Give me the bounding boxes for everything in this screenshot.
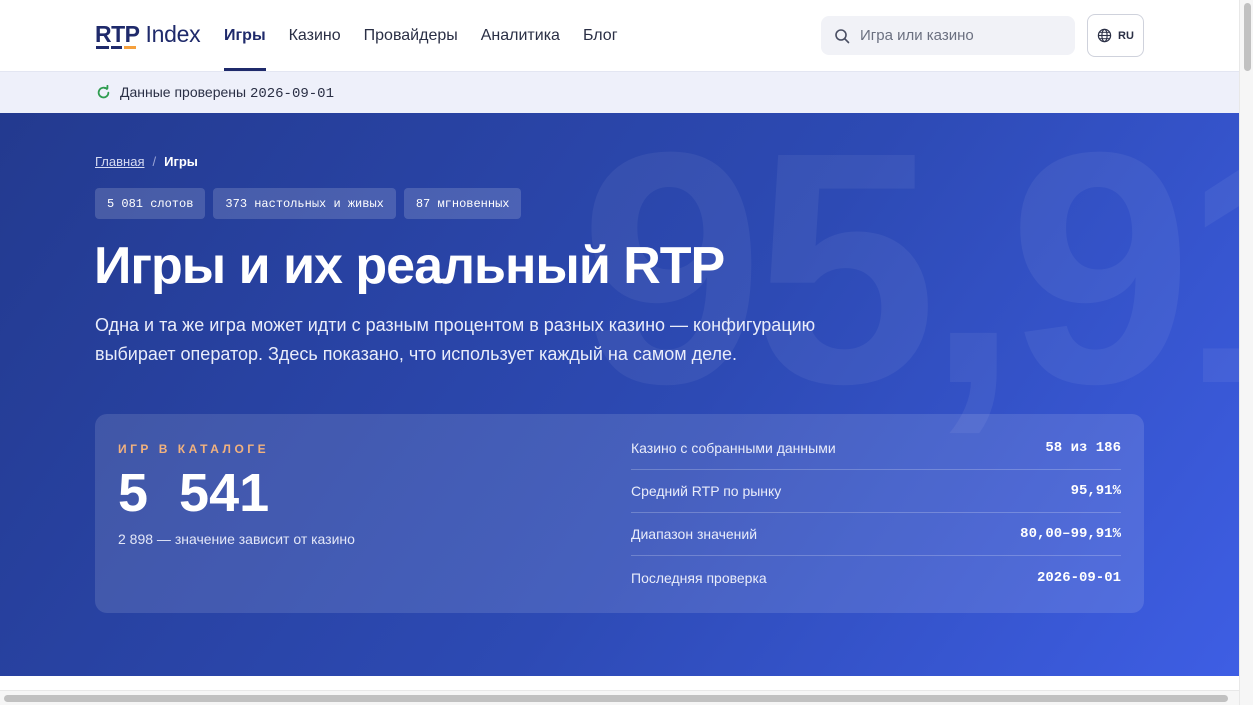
nav-item-casino[interactable]: Казино [289, 0, 341, 71]
page-description: Одна и та же игра может идти с разным пр… [95, 315, 816, 364]
verified-date: 2026-09-01 [249, 85, 334, 102]
search-box[interactable] [821, 16, 1075, 55]
breadcrumb-separator: / [152, 154, 157, 169]
stats-subtext: 2 898 — значение зависит от казино [118, 531, 355, 547]
nav-item-analytics[interactable]: Аналитика [481, 0, 560, 71]
horizontal-scrollbar[interactable] [0, 690, 1239, 705]
stats-row-label: Средний RTP по рынку [631, 483, 782, 499]
site-header: RTP Index Игры Казино Провайдеры Аналити… [0, 0, 1239, 71]
refresh-check-icon [97, 85, 110, 99]
nav-item-blog[interactable]: Блог [583, 0, 618, 71]
stats-row: Казино с собранными данными 58 из 186 [631, 427, 1121, 470]
category-chips: 5 081 слотов 373 настольных и живых 87 м… [95, 188, 529, 219]
stats-row-value: 80,00–99,91% [1020, 526, 1121, 542]
page-content-below [0, 676, 1239, 690]
nav-item-providers[interactable]: Провайдеры [364, 0, 458, 71]
stats-row: Диапазон значений 80,00–99,91% [631, 513, 1121, 556]
stats-rows: Казино с собранными данными 58 из 186 Ср… [631, 427, 1121, 599]
breadcrumb-home[interactable]: Главная [95, 154, 144, 169]
globe-icon [1097, 28, 1112, 43]
stats-row: Средний RTP по рынку 95,91% [631, 470, 1121, 513]
stats-count: 5 541 [118, 463, 270, 523]
search-input[interactable] [860, 27, 1060, 44]
stats-row-value: 2026-09-01 [1036, 569, 1121, 586]
verified-text: Данные проверены 2026-09-01 [120, 84, 334, 102]
breadcrumb: Главная / Игры [95, 154, 198, 169]
search-icon [835, 28, 850, 43]
chip-instant[interactable]: 87 мгновенных [403, 188, 522, 219]
breadcrumb-current: Игры [164, 154, 198, 169]
main-nav: Игры Казино Провайдеры Аналитика Блог [224, 0, 641, 71]
logo-rtp: RTP [95, 20, 140, 49]
language-switcher[interactable]: RU [1087, 14, 1144, 57]
hero-section: 95,91 Главная / Игры 5 081 слотов 373 на… [0, 113, 1239, 676]
nav-item-games[interactable]: Игры [224, 0, 266, 71]
stats-row-value: 95,91% [1070, 483, 1121, 499]
vertical-scrollbar-thumb[interactable] [1244, 3, 1251, 71]
browser-viewport: RTP Index Игры Казино Провайдеры Аналити… [0, 0, 1253, 705]
stats-row: Последняя проверка 2026-09-01 [631, 556, 1121, 599]
stats-row-value: 58 из 186 [1045, 440, 1121, 456]
verified-bar: Данные проверены 2026-09-01 [0, 71, 1239, 113]
verified-prefix: Данные проверены [120, 83, 247, 100]
chip-slots[interactable]: 5 081 слотов [95, 188, 206, 219]
logo[interactable]: RTP Index [95, 20, 201, 50]
stats-row-label: Казино с собранными данными [631, 440, 836, 456]
stats-label: ИГР В КАТАЛОГЕ [118, 442, 270, 456]
chip-table-live[interactable]: 373 настольных и живых [213, 188, 396, 219]
language-label: RU [1118, 29, 1134, 42]
catalog-stats-card: ИГР В КАТАЛОГЕ 5 541 2 898 — значение за… [95, 414, 1144, 613]
page-title: Игры и их реальный RTP [94, 237, 725, 295]
horizontal-scrollbar-thumb[interactable] [4, 695, 1228, 702]
logo-rtp-text: RTP [95, 21, 140, 47]
logo-index: Index [145, 21, 201, 47]
vertical-scrollbar[interactable] [1239, 0, 1253, 705]
stats-row-label: Последняя проверка [631, 569, 767, 586]
logo-underline [96, 46, 136, 49]
stats-row-label: Диапазон значений [631, 526, 758, 542]
